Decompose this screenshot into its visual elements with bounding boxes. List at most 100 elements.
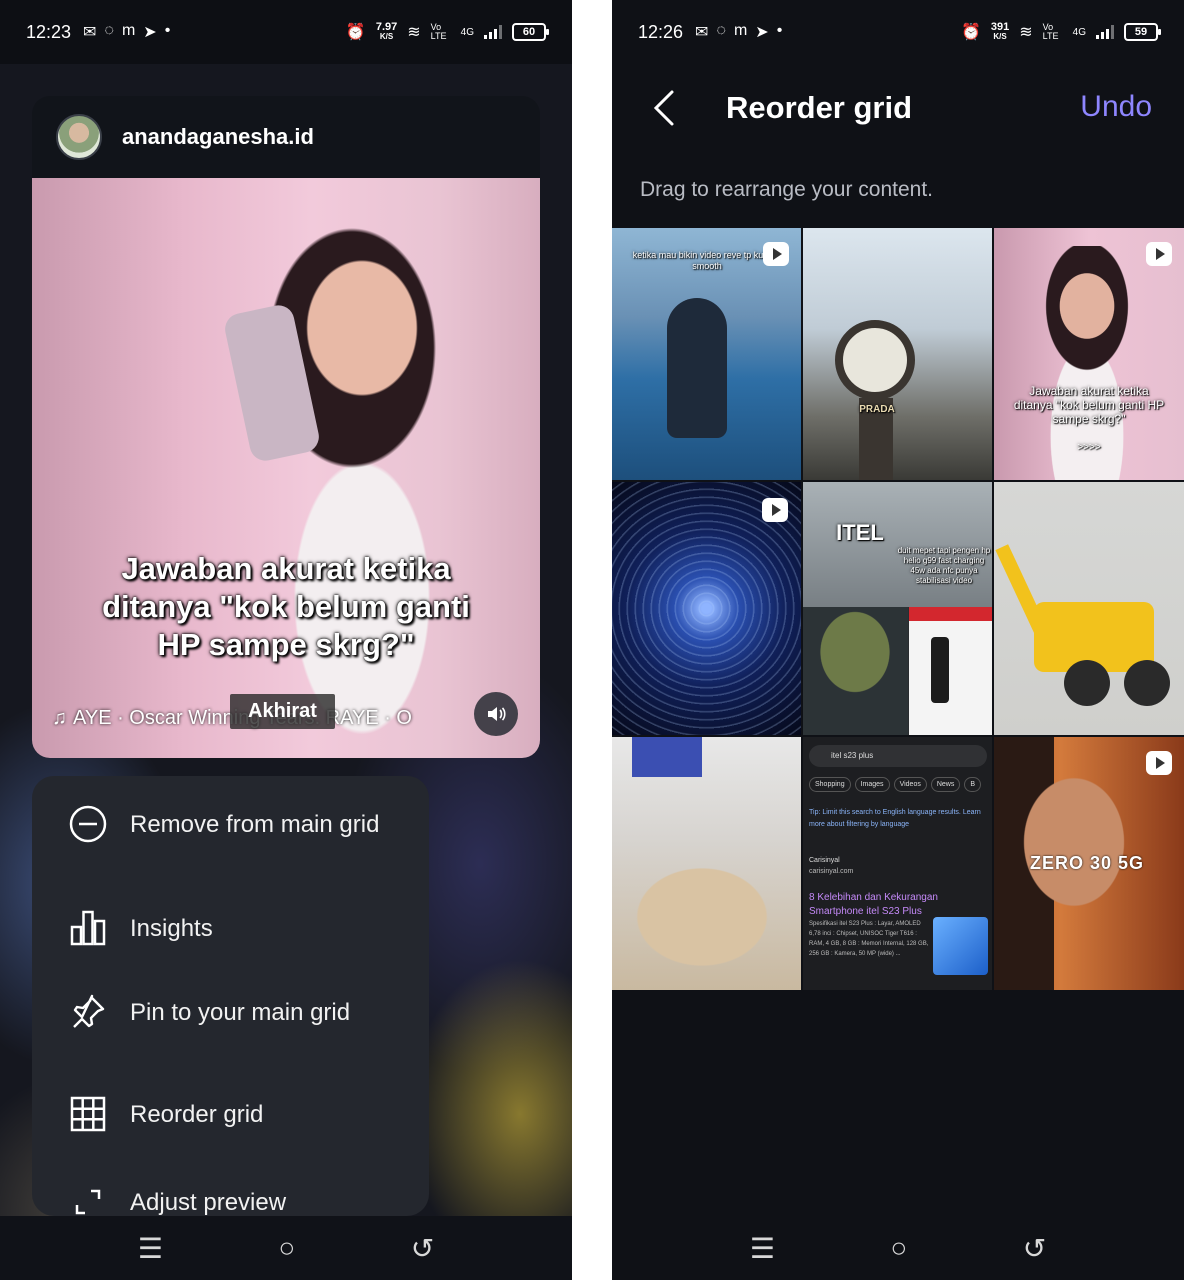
phone-in-hand-image: [222, 302, 322, 464]
recent-apps-button[interactable]: ☰: [138, 1232, 163, 1265]
grid-tile-toy-excavator[interactable]: [994, 482, 1184, 735]
volte-label: Vo LTE: [1042, 22, 1059, 41]
bar-chart-icon: [68, 908, 108, 948]
left-phone-screen: 12:23 ✉ ◌ m ➤ • ⏰ 7.97 K/S ≋ Vo LTE 4G 60…: [0, 0, 572, 1280]
reorder-grid: ketika mau bikin video reve tp kurang sm…: [612, 228, 1184, 990]
search-chip: Images: [854, 777, 890, 792]
menu-item-label: Remove from main grid: [130, 810, 380, 838]
wifi-icon: ≋: [407, 24, 421, 41]
network-type: 4G: [460, 26, 474, 38]
back-arrow-icon[interactable]: [646, 88, 686, 128]
search-chip: B: [964, 777, 982, 792]
search-bar: itel s23 plus: [809, 745, 987, 767]
grid-tile-feet-floor[interactable]: [612, 737, 801, 990]
right-phone-screen: 12:26 ✉ ◌ m ➤ • ⏰ 391 K/S ≋ Vo LTE 4G 59 …: [612, 0, 1184, 1280]
search-tip: Tip: Limit this search to English langua…: [809, 809, 981, 828]
home-button[interactable]: ○: [890, 1232, 907, 1264]
search-chip: Videos: [893, 777, 927, 792]
recent-apps-button[interactable]: ☰: [750, 1232, 775, 1265]
meme-top-image: [803, 482, 992, 607]
home-button[interactable]: ○: [278, 1232, 295, 1264]
search-chip: News: [930, 777, 961, 792]
username[interactable]: anandaganesha.id: [122, 124, 314, 150]
tile-arrows: >>>>: [1077, 442, 1101, 453]
phone-thumbnail-image: [933, 917, 988, 975]
reel-icon: [1146, 242, 1172, 266]
meme-title: ITEL: [836, 520, 884, 545]
gmail-icon: ✉: [695, 24, 709, 41]
brand-text: ZERO 30 5G: [1030, 853, 1145, 873]
grid-tile-prada-clock[interactable]: PRADA: [803, 228, 992, 480]
undo-button[interactable]: Undo: [1080, 90, 1152, 124]
page-title: Reorder grid: [726, 90, 913, 125]
network-type: 4G: [1072, 26, 1086, 38]
tile-caption: PRADA: [859, 404, 895, 415]
video-caption: Jawaban akurat ketika ditanya "kok belum…: [102, 551, 470, 662]
person-image: [1014, 767, 1134, 917]
tile-caption: Jawaban akurat ketika ditanya "kok belum…: [1013, 384, 1165, 426]
post-header: anandaganesha.id: [32, 96, 540, 178]
signal-icon: [1096, 25, 1114, 39]
search-chip: Shopping: [809, 777, 851, 792]
meme-text: duit mepet tapi pengen hp helio g99 fast…: [897, 546, 991, 585]
avatar[interactable]: [56, 114, 102, 160]
person-image: [667, 298, 727, 438]
grid-tile-itel-meme[interactable]: ITEL duit mepet tapi pengen hp helio g99…: [803, 482, 992, 735]
music-label: Akhirat: [230, 694, 335, 729]
grid-tile-zero30-video[interactable]: ZERO 30 5G: [994, 737, 1184, 990]
net-speed: 391 K/S: [990, 21, 1010, 42]
grid-tile-pool-video[interactable]: ketika mau bikin video reve tp kurang sm…: [612, 228, 801, 480]
dot-icon: •: [776, 22, 783, 39]
menu-item-pin-to-grid[interactable]: Pin to your main grid: [32, 992, 429, 1032]
tile-caption: ketika mau bikin video reve tp kurang sm…: [632, 250, 782, 271]
gmail-icon: ✉: [83, 24, 97, 41]
status-bar: 12:26 ✉ ◌ m ➤ • ⏰ 391 K/S ≋ Vo LTE 4G 59: [612, 0, 1184, 64]
telegram-icon: ➤: [143, 24, 157, 41]
signal-icon: [484, 25, 502, 39]
back-button[interactable]: ↺: [1023, 1232, 1046, 1265]
mcdonalds-icon: m: [121, 22, 136, 39]
crop-icon: [68, 1182, 108, 1216]
grid-tile-search-screenshot[interactable]: itel s23 plus Shopping Images Videos New…: [803, 737, 992, 990]
wifi-icon: ≋: [1019, 24, 1033, 41]
volte-label: Vo LTE: [430, 22, 447, 41]
status-time: 12:26: [638, 21, 684, 42]
status-time: 12:23: [26, 21, 72, 42]
grid-tile-phone-girl-video[interactable]: Jawaban akurat ketika ditanya "kok belum…: [994, 228, 1184, 480]
menu-item-insights[interactable]: Insights: [32, 908, 429, 948]
system-nav-bar: ☰ ○ ↺: [612, 1216, 1184, 1280]
notification-icons: ✉ ◌ m ➤ •: [695, 22, 782, 42]
whatsapp-icon: ◌: [104, 22, 114, 39]
menu-item-remove-from-grid[interactable]: Remove from main grid: [32, 804, 429, 844]
minus-circle-icon: [68, 804, 108, 844]
post-video[interactable]: Jawaban akurat ketika ditanya "kok belum…: [32, 178, 540, 758]
dot-icon: •: [164, 22, 171, 39]
wheel-image: [1064, 660, 1110, 706]
reel-icon: [762, 498, 788, 522]
post-preview-card: anandaganesha.id Jawaban akurat ketika d…: [32, 96, 540, 758]
clock-image: [835, 320, 915, 400]
net-speed: 7.97 K/S: [375, 21, 398, 42]
grid-tile-warp-video[interactable]: [612, 482, 801, 735]
header-bar: Reorder grid Undo: [612, 64, 1184, 154]
menu-item-label: Pin to your main grid: [130, 998, 351, 1026]
result-snippet: Spesifikasi itel S23 Plus : Layar, AMOLE…: [809, 921, 929, 957]
mcdonalds-icon: m: [733, 22, 748, 39]
alarm-icon: ⏰: [960, 24, 981, 41]
menu-item-adjust-preview[interactable]: Adjust preview: [32, 1182, 429, 1216]
sleeve-image: [632, 737, 702, 777]
wheel-image: [1124, 660, 1170, 706]
system-nav-bar: ☰ ○ ↺: [0, 1216, 572, 1280]
notification-icons: ✉ ◌ m ➤ •: [83, 22, 170, 42]
post-options-menu: Remove from main grid Insights Pin to yo…: [32, 776, 429, 1216]
result-title: 8 Kelebihan dan Kekurangan Smartphone it…: [809, 892, 938, 917]
grid-icon: [68, 1094, 108, 1134]
battery-icon: 60: [512, 23, 549, 41]
status-bar: 12:23 ✉ ◌ m ➤ • ⏰ 7.97 K/S ≋ Vo LTE 4G 60: [0, 0, 572, 64]
back-button[interactable]: ↺: [411, 1232, 434, 1265]
menu-item-reorder-grid[interactable]: Reorder grid: [32, 1094, 429, 1134]
menu-item-label: Insights: [130, 914, 213, 942]
menu-item-label: Reorder grid: [130, 1100, 264, 1128]
debris-image: [622, 857, 782, 977]
volume-icon[interactable]: [474, 692, 518, 736]
